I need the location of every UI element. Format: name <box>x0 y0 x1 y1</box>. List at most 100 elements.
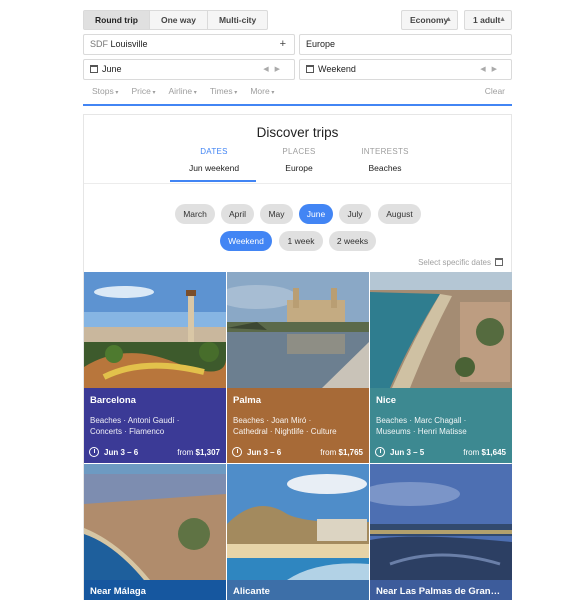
tab-label: INTERESTS <box>361 147 409 156</box>
card-title-bar: Alicante <box>227 580 369 600</box>
trip-type-selector: Round trip One way Multi-city <box>83 10 269 30</box>
tab-dates[interactable]: DATES Jun weekend <box>169 147 259 173</box>
select-specific-dates-link[interactable]: Select specific dates <box>418 258 503 267</box>
month-pill-august[interactable]: August <box>378 204 421 224</box>
updown-arrows-icon: ▲ <box>499 16 506 23</box>
destination-card-palma[interactable]: Palma Beaches · Joan Miró · Cathedral · N… <box>227 272 369 463</box>
origin-field[interactable]: SDF Louisville + <box>83 34 295 55</box>
add-origin-icon[interactable]: + <box>280 35 286 54</box>
discover-panel: Discover trips DATES Jun weekend PLACES … <box>83 114 512 600</box>
card-tags: Beaches · Antoni Gaudí · Concerts · Flame… <box>90 415 220 437</box>
card-price: from $1,307 <box>177 448 220 457</box>
cabin-select[interactable]: Economy ▲ <box>401 10 458 30</box>
duration-pill-1-week[interactable]: 1 week <box>279 231 323 251</box>
calendar-icon <box>495 258 503 266</box>
passengers-value: 1 adult <box>473 15 501 25</box>
destination-card-nice[interactable]: Nice Beaches · Marc Chagall · Museums · H… <box>370 272 512 463</box>
clock-icon <box>375 447 385 457</box>
filter-more[interactable]: More <box>250 86 274 96</box>
month-pill-april[interactable]: April <box>221 204 254 224</box>
date-nav-arrows-icon[interactable]: ◀▶ <box>263 60 286 79</box>
month-pill-may[interactable]: May <box>260 204 293 224</box>
card-city: Nice <box>376 395 397 406</box>
filter-price[interactable]: Price <box>131 86 155 96</box>
card-dates: Jun 3 – 6 <box>104 447 139 457</box>
tags-line2: Museums · Henri Matisse <box>376 427 467 436</box>
destination-value: Europe <box>306 39 336 49</box>
price-value: $1,307 <box>195 447 220 457</box>
destination-card-near-las-palmas[interactable]: Near Las Palmas de Gran… <box>370 464 512 600</box>
alicante-image <box>227 464 369 580</box>
updown-arrows-icon: ▲ <box>445 16 452 23</box>
card-info: Palma Beaches · Joan Miró · Cathedral · N… <box>227 388 369 463</box>
date-nav-arrows-icon[interactable]: ◀▶ <box>480 60 503 79</box>
card-info: Barcelona Beaches · Antoni Gaudí · Concer… <box>84 388 226 463</box>
price-from: from <box>320 447 337 457</box>
filter-bar: Stops Price Airline Times More <box>92 86 274 96</box>
month-pill-july[interactable]: July <box>339 204 371 224</box>
duration-pill-2-weeks[interactable]: 2 weeks <box>329 231 376 251</box>
tags-line1: Beaches · Marc Chagall · <box>376 416 467 425</box>
month-pill-march[interactable]: March <box>175 204 215 224</box>
origin-city: Louisville <box>110 39 148 49</box>
tags-line2: Cathedral · Nightlife · Culture <box>233 427 337 436</box>
depart-date-field[interactable]: June ◀▶ <box>83 59 295 80</box>
card-price: from $1,765 <box>320 448 363 457</box>
card-footer: Jun 3 – 6 from $1,307 <box>89 447 220 457</box>
tab-places[interactable]: PLACES Europe <box>254 147 344 173</box>
tab-label: DATES <box>200 147 228 156</box>
calendar-icon <box>306 65 314 73</box>
multi-city-button[interactable]: Multi-city <box>208 11 267 29</box>
card-city: Barcelona <box>90 395 136 406</box>
filter-airline[interactable]: Airline <box>169 86 197 96</box>
specific-dates-label: Select specific dates <box>418 258 491 267</box>
cabin-value: Economy <box>410 15 449 25</box>
barcelona-image <box>84 272 226 388</box>
tab-value: Europe <box>285 163 313 173</box>
tab-interests[interactable]: INTERESTS Beaches <box>340 147 430 173</box>
tags-line1: Beaches · Joan Miró · <box>233 416 312 425</box>
tab-divider <box>84 183 511 184</box>
one-way-button[interactable]: One way <box>150 11 208 29</box>
card-footer: Jun 3 – 6 from $1,765 <box>232 447 363 457</box>
clock-icon <box>89 447 99 457</box>
origin-code: SDF <box>90 39 108 49</box>
card-tags: Beaches · Marc Chagall · Museums · Henri … <box>376 415 506 437</box>
las-palmas-image <box>370 464 512 580</box>
round-trip-button[interactable]: Round trip <box>84 11 150 29</box>
destination-card-near-malaga[interactable]: Near Málaga <box>84 464 226 600</box>
clear-filters-link[interactable]: Clear <box>485 86 505 96</box>
card-tags: Beaches · Joan Miró · Cathedral · Nightli… <box>233 415 363 437</box>
card-dates: Jun 3 – 5 <box>390 447 425 457</box>
month-pill-june[interactable]: June <box>299 204 333 224</box>
duration-pill-weekend[interactable]: Weekend <box>220 231 272 251</box>
passengers-select[interactable]: 1 adult ▲ <box>464 10 512 30</box>
calendar-icon <box>90 65 98 73</box>
clock-icon <box>232 447 242 457</box>
nice-image <box>370 272 512 388</box>
malaga-image <box>84 464 226 580</box>
price-from: from <box>463 447 480 457</box>
price-value: $1,645 <box>481 447 506 457</box>
tab-value: Jun weekend <box>188 163 240 173</box>
price-from: from <box>177 447 194 457</box>
card-price: from $1,645 <box>463 448 506 457</box>
filter-stops[interactable]: Stops <box>92 86 118 96</box>
card-title-bar: Near Málaga <box>84 580 226 600</box>
discover-title: Discover trips <box>256 125 339 140</box>
card-dates: Jun 3 – 6 <box>247 447 282 457</box>
price-value: $1,765 <box>338 447 363 457</box>
card-city: Palma <box>233 395 261 406</box>
destination-card-barcelona[interactable]: Barcelona Beaches · Antoni Gaudí · Concer… <box>84 272 226 463</box>
tags-line2: Concerts · Flamenco <box>90 427 165 436</box>
tags-line1: Beaches · Antoni Gaudí · <box>90 416 180 425</box>
tab-value: Beaches <box>368 163 402 173</box>
progress-divider <box>83 104 512 106</box>
card-title-bar: Near Las Palmas de Gran… <box>370 580 512 600</box>
destination-card-alicante[interactable]: Alicante <box>227 464 369 600</box>
tab-label: PLACES <box>282 147 316 156</box>
destination-field[interactable]: Europe <box>299 34 512 55</box>
card-info: Nice Beaches · Marc Chagall · Museums · H… <box>370 388 512 463</box>
filter-times[interactable]: Times <box>210 86 238 96</box>
return-date-field[interactable]: Weekend ◀▶ <box>299 59 512 80</box>
